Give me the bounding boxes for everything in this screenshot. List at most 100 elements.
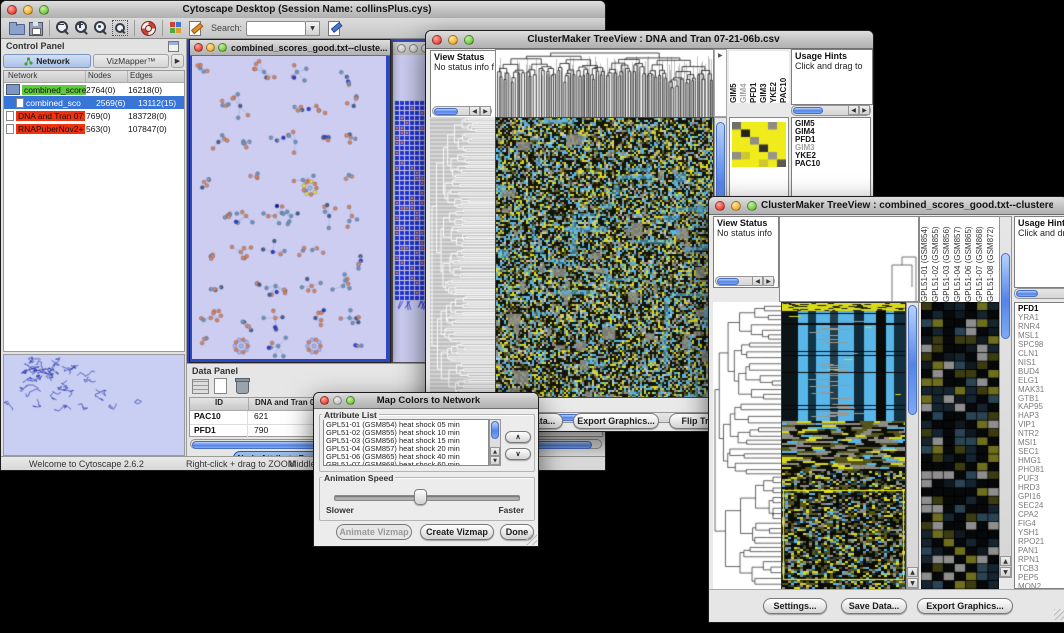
close-icon[interactable] [194,43,203,52]
network-row-rnapuber[interactable]: RNAPuberNov2+ 563(0) 107847(0) [4,122,184,135]
minimize-icon[interactable] [448,35,458,45]
zoom-selected-icon[interactable] [93,20,110,36]
resize-grip[interactable] [1054,609,1064,620]
zoom-fit-icon[interactable] [112,20,129,36]
slider-thumb[interactable] [414,489,427,505]
zoom-out-icon[interactable] [55,20,72,36]
tv1-label-hscrollbar[interactable]: ◀ ▶ [791,105,871,116]
gene-label[interactable]: PAC10 [795,160,870,168]
col-network[interactable]: Network [4,71,86,82]
minimize-icon[interactable] [731,201,741,211]
table-grid-icon[interactable] [192,379,209,394]
create-vizmap-button[interactable]: Create Vizmap [420,524,494,540]
tv1-status-hscrollbar[interactable]: ◀ ▶ [432,106,492,116]
help-ring-icon[interactable] [140,20,157,36]
status-zoom-hint: Right-click + drag to ZOOM [186,459,295,469]
column-label: GPL51-08 (GSM872) [986,217,997,302]
resize-grip[interactable] [526,534,537,545]
tv2-save-data-button[interactable]: Save Data... [841,598,907,614]
dialog-title: Map Colors to Network [355,395,502,406]
attribute-editor-icon[interactable] [326,20,343,36]
close-icon[interactable] [397,44,406,53]
network-row-combined-scores[interactable]: combined_scores 2764(0) 16218(0) [4,83,184,96]
col-edges[interactable]: Edges [128,71,184,82]
attribute-list-vscrollbar[interactable]: ▲ ▼ [489,419,501,466]
animation-speed-label: Animation Speed [322,473,395,483]
dialog-titlebar[interactable]: Map Colors to Network [314,393,538,409]
tv1-export-graphics-button[interactable]: Export Graphics... [573,413,659,429]
network-view-window[interactable]: combined_scores_good.txt--cluste... [189,39,391,363]
control-panel: Control Panel Network VizMapper™ ▶ Netwo… [1,39,187,456]
tv2-titlebar[interactable]: ClusterMaker TreeView : combined_scores_… [709,197,1064,215]
search-input[interactable] [246,21,306,36]
tv2-heatmap-vscrollbar[interactable]: ▲ ▼ [906,302,919,589]
tv1-titlebar[interactable]: ClusterMaker TreeView : DNA and Tran 07-… [426,31,873,49]
search-dropdown-button[interactable]: ▼ [306,21,320,36]
column-label: GPL51-03 (GSM856) [942,217,953,302]
tv1-column-dendrogram[interactable] [495,49,714,119]
animation-speed-slider[interactable] [334,495,520,501]
tv2-title: ClusterMaker TreeView : combined_scores_… [757,200,1053,211]
tab-vizmapper[interactable]: VizMapper™ [93,54,169,68]
window-title: Cytoscape Desktop (Session Name: collins… [49,4,565,15]
network-tab-icon [24,57,33,66]
tv1-row-dendrogram[interactable] [430,117,495,396]
tv2-global-heatmap[interactable] [781,302,906,591]
map-colors-dialog: Map Colors to Network Attribute List GPL… [313,392,539,547]
tv1-zoom-matrix[interactable] [732,122,786,167]
save-session-icon[interactable] [27,20,44,36]
col-id[interactable]: ID [190,398,249,410]
close-icon[interactable] [320,396,329,405]
tv2-zoom-vscrollbar[interactable]: ▲ ▼ [999,216,1012,578]
move-down-button[interactable]: ∨ [505,448,531,460]
tv2-status-hscrollbar[interactable]: ◀ ▶ [715,276,775,286]
minimize-icon[interactable] [409,44,418,53]
new-attribute-icon[interactable] [214,378,227,394]
zoom-window-icon[interactable] [346,396,355,405]
tv2-zoom-heatmap[interactable] [921,302,999,589]
column-label: PAC10 [779,51,789,103]
network-file-icon [6,124,14,134]
network-row-dna-tran[interactable]: DNA and Tran 07 769(0) 183728(0) [4,109,184,122]
tab-overflow-arrow[interactable]: ▶ [171,54,184,68]
tab-network[interactable]: Network [3,54,91,68]
column-label: GPL51-01 (GSM854) [920,217,931,302]
minimize-icon[interactable] [23,5,33,15]
move-up-button[interactable]: ∧ [505,431,531,443]
attribute-list-item[interactable]: GPL51-07 (GSM868) heat shock 60 min [326,461,488,466]
animate-vizmap-button[interactable]: Animate Vizmap [336,524,412,540]
col-nodes[interactable]: Nodes [86,71,128,82]
tv2-column-labels: GPL51-01 (GSM854)GPL51-02 (GSM855)GPL51-… [919,216,1000,303]
network-row-combined-sco-selected[interactable]: combined_sco 2569(6) 13112(15) [4,96,184,109]
tv2-bottom-bar: Settings... Save Data... Export Graphics… [709,589,1064,622]
minimize-icon[interactable] [206,43,215,52]
open-session-icon[interactable] [8,20,25,36]
annotation-icon[interactable] [187,20,204,36]
tv2-column-dendrogram[interactable] [779,216,919,302]
close-icon[interactable] [432,35,442,45]
zoom-in-icon[interactable] [74,20,91,36]
close-icon[interactable] [715,201,725,211]
vizmap-grid-icon[interactable] [168,20,185,36]
delete-attribute-icon[interactable] [235,377,248,392]
status-welcome: Welcome to Cytoscape 2.6.2 [29,459,144,469]
tv1-global-heatmap[interactable] [495,117,714,398]
zoom-window-icon[interactable] [464,35,474,45]
column-label: GPL51-02 (GSM855) [931,217,942,302]
control-panel-title: Control Panel [6,41,65,51]
tv2-settings-button[interactable]: Settings... [763,598,827,614]
tv2-row-dendrogram[interactable] [713,302,781,589]
float-panel-icon[interactable] [168,41,179,52]
tv2-export-graphics-button[interactable]: Export Graphics... [917,598,1013,614]
network-canvas[interactable] [192,56,386,359]
main-titlebar[interactable]: Cytoscape Desktop (Session Name: collins… [1,1,605,19]
zoom-window-icon[interactable] [39,5,49,15]
minimize-icon[interactable] [333,396,342,405]
slower-label: Slower [326,505,354,515]
network-overview-thumbnail[interactable] [3,354,185,456]
zoom-window-icon[interactable] [218,43,227,52]
zoom-window-icon[interactable] [747,201,757,211]
close-icon[interactable] [7,5,17,15]
folder-icon [6,84,20,95]
tv2-label-hscrollbar[interactable] [1014,288,1064,299]
